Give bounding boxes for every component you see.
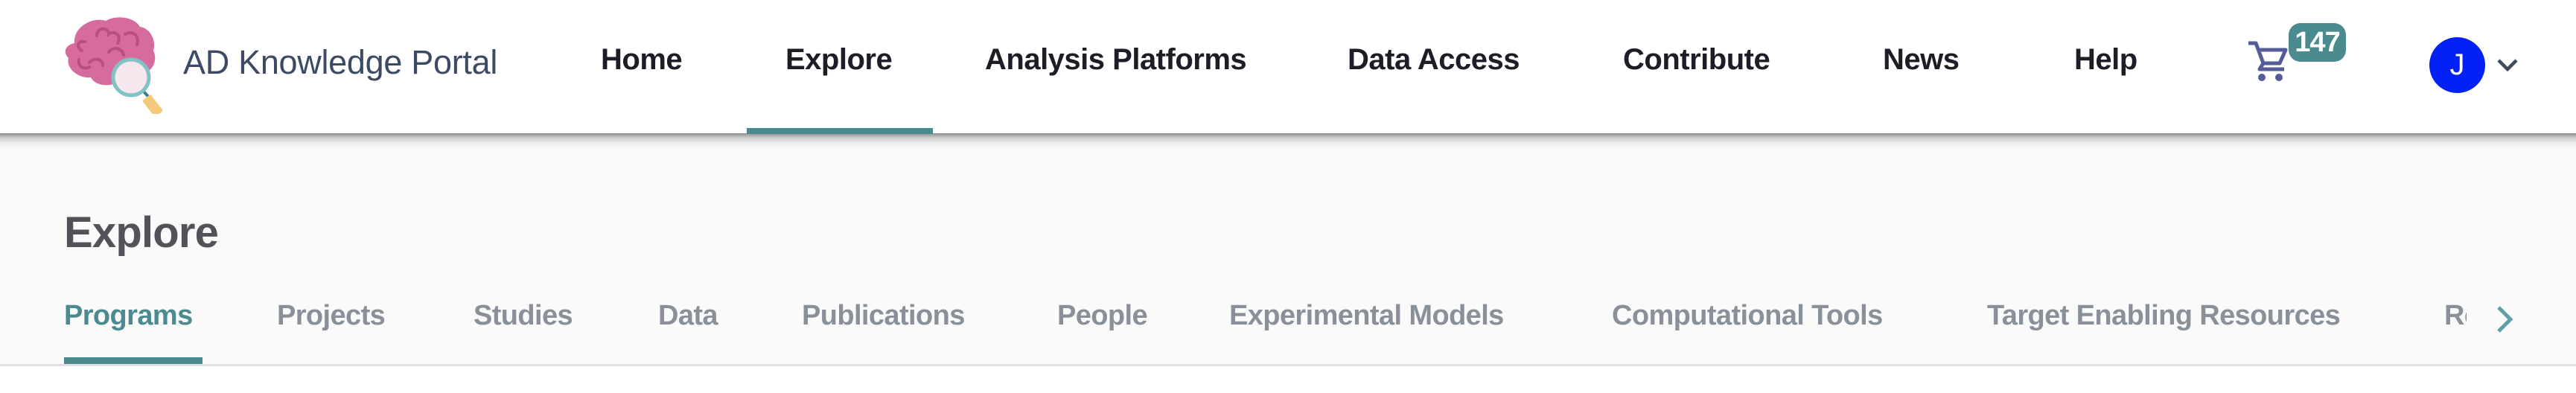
- page-title: Explore: [64, 208, 219, 257]
- chevron-down-icon[interactable]: [2494, 54, 2521, 76]
- nav-home[interactable]: Home: [601, 43, 683, 77]
- tab-projects[interactable]: Projects: [277, 300, 386, 332]
- shopping-cart-icon[interactable]: [2247, 41, 2290, 83]
- active-nav-indicator: [747, 128, 933, 134]
- brain-magnifier-logo-icon[interactable]: [60, 13, 182, 114]
- user-avatar[interactable]: J: [2429, 37, 2485, 93]
- nav-data-access[interactable]: Data Access: [1348, 43, 1520, 77]
- cart-count-badge: 147: [2289, 23, 2346, 62]
- tab-programs[interactable]: Programs: [64, 300, 193, 332]
- tab-results-clipped: Results: [2444, 300, 2467, 332]
- nav-news[interactable]: News: [1883, 43, 1960, 77]
- tab-target-enabling-resources[interactable]: Target Enabling Resources: [1987, 300, 2341, 332]
- tab-people[interactable]: People: [1057, 300, 1148, 332]
- logo-text[interactable]: AD Knowledge Portal: [183, 43, 497, 82]
- nav-explore[interactable]: Explore: [785, 43, 893, 77]
- tabs-divider: [0, 364, 2576, 366]
- chevron-right-icon[interactable]: [2491, 304, 2518, 335]
- nav-contribute[interactable]: Contribute: [1623, 43, 1770, 77]
- tab-studies[interactable]: Studies: [474, 300, 573, 332]
- tab-computational-tools[interactable]: Computational Tools: [1612, 300, 1883, 332]
- top-navbar: AD Knowledge Portal Home Explore Analysi…: [0, 0, 2576, 134]
- tab-data[interactable]: Data: [658, 300, 718, 332]
- tab-experimental-models[interactable]: Experimental Models: [1229, 300, 1504, 332]
- nav-analysis-platforms[interactable]: Analysis Platforms: [985, 43, 1247, 77]
- tab-results[interactable]: Results: [2444, 300, 2467, 332]
- tab-publications[interactable]: Publications: [802, 300, 965, 332]
- nav-help[interactable]: Help: [2074, 43, 2137, 77]
- header-shadow: [0, 133, 2576, 150]
